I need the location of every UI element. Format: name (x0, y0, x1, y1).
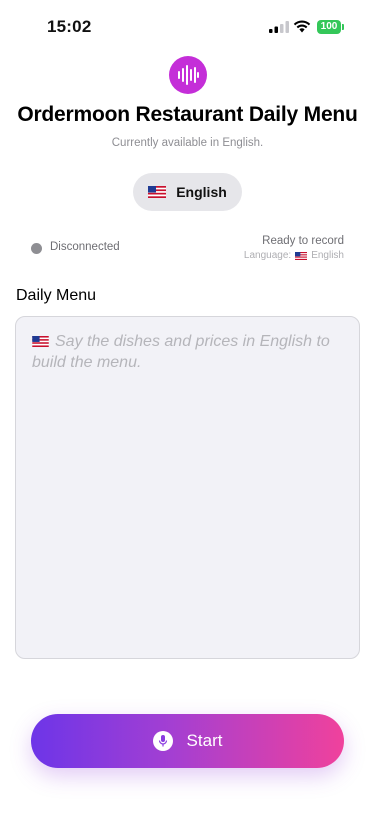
start-button-label: Start (186, 731, 223, 750)
page-title: Ordermoon Restaurant Daily Menu (17, 103, 358, 126)
wifi-icon (293, 20, 311, 33)
start-recording-button[interactable]: Start (31, 714, 344, 768)
page-subtitle: Currently available in English. (111, 137, 264, 149)
us-flag-icon (295, 251, 308, 260)
daily-menu-textarea[interactable]: Say the dishes and prices in English to … (15, 316, 360, 659)
recording-language-prefix: Language: (243, 250, 292, 261)
language-selector-label: English (176, 184, 227, 200)
connection-status-label: Disconnected (50, 241, 120, 253)
connection-status-row: Disconnected Ready to record Language: E… (31, 235, 345, 264)
status-time: 15:02 (47, 17, 92, 36)
daily-menu-placeholder-text: Say the dishes and prices in English to … (32, 333, 330, 371)
us-flag-icon (32, 336, 49, 347)
recording-language-info: Language: English (244, 250, 344, 261)
language-selector-button[interactable]: English (133, 173, 242, 211)
status-bar: 15:02 100 (0, 0, 375, 54)
connection-indicator-dot (31, 243, 42, 254)
audio-waveform-icon (169, 56, 207, 94)
daily-menu-placeholder: Say the dishes and prices in English to … (32, 331, 343, 373)
signal-icon (269, 21, 289, 33)
battery-icon: 100 (317, 20, 345, 34)
battery-level: 100 (317, 20, 341, 34)
us-flag-icon (148, 186, 167, 198)
microphone-icon (152, 731, 173, 751)
daily-menu-heading: Daily Menu (16, 287, 97, 304)
recording-ready-label: Ready to record (262, 235, 344, 247)
recording-language-name: English (311, 250, 344, 261)
